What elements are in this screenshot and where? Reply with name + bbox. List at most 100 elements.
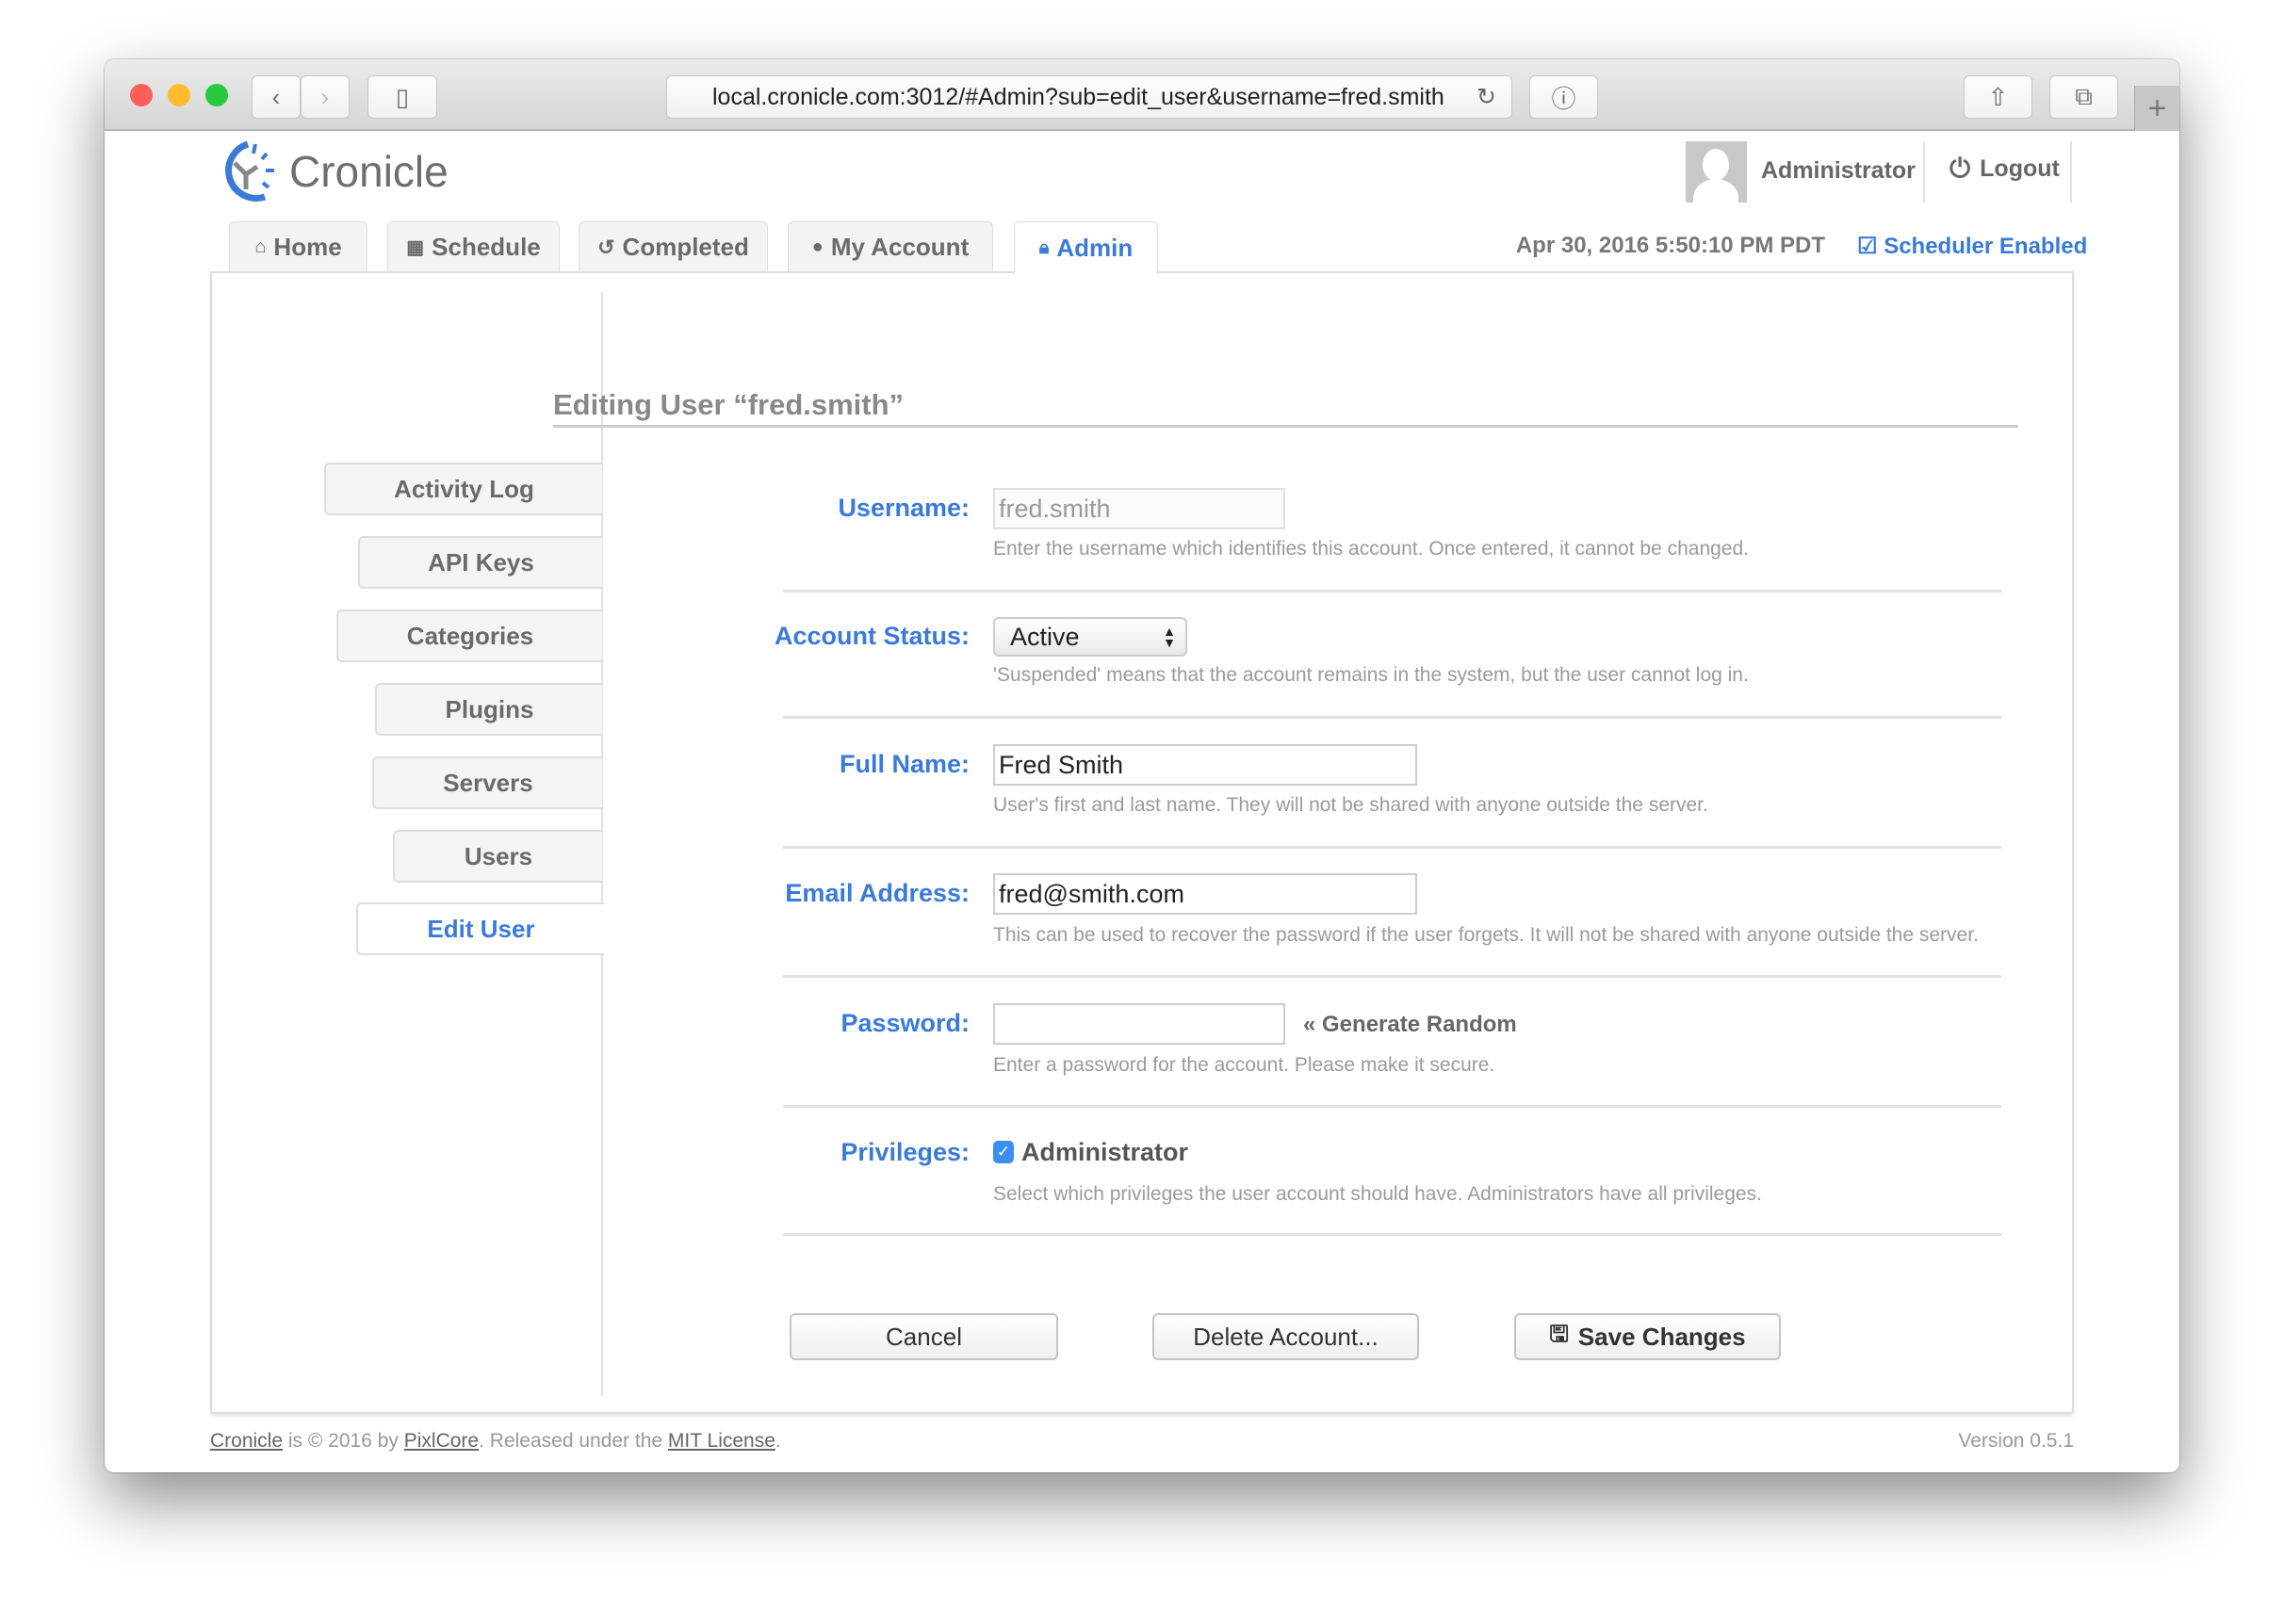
tab-label: Admin bbox=[1056, 234, 1134, 262]
lock-icon: 🔒︎ bbox=[1038, 237, 1050, 258]
app-name: Cronicle bbox=[289, 147, 449, 196]
sidebar-item-users[interactable]: Users bbox=[393, 830, 602, 883]
sidebar-item-label: Users bbox=[464, 841, 533, 870]
divider bbox=[783, 975, 2001, 978]
email-field[interactable]: fred@smith.com bbox=[993, 873, 1417, 915]
close-window-button[interactable] bbox=[130, 84, 153, 106]
sidebar-item-label: Activity Log bbox=[394, 474, 534, 503]
username-label: Username: bbox=[838, 494, 970, 522]
sidebar-item-label: Edit User bbox=[427, 914, 535, 943]
logout-label: Logout bbox=[1980, 155, 2060, 182]
privileges-hint: Select which privileges the user account… bbox=[993, 1183, 1762, 1205]
browser-toolbar: ‹ › ▯ local.cronicle.com:3012/#Admin?sub… bbox=[105, 59, 2179, 131]
select-value: Active bbox=[1010, 622, 1080, 651]
main-panel: Activity Log API Keys Categories Plugins… bbox=[210, 271, 2074, 1414]
password-field[interactable] bbox=[993, 1003, 1285, 1045]
version-label: Version 0.5.1 bbox=[1958, 1430, 2074, 1452]
tab-home[interactable]: ⌂ Home bbox=[229, 221, 367, 272]
email-label: Email Address: bbox=[785, 879, 970, 907]
sidebar-item-activity-log[interactable]: Activity Log bbox=[324, 463, 602, 515]
divider bbox=[2070, 141, 2072, 203]
clock-logo-icon bbox=[225, 140, 274, 202]
server-time: Apr 30, 2016 5:50:10 PM PDT bbox=[1515, 233, 1825, 258]
cronicle-link[interactable]: Cronicle bbox=[210, 1430, 283, 1452]
user-icon: ● bbox=[811, 236, 824, 257]
full-name-field[interactable]: Fred Smith bbox=[993, 744, 1417, 786]
mit-license-link[interactable]: MIT License bbox=[668, 1430, 775, 1452]
new-tab-icon[interactable]: + bbox=[2134, 86, 2179, 131]
button-label: Cancel bbox=[886, 1322, 962, 1351]
footer-text: . bbox=[775, 1430, 781, 1452]
save-changes-button[interactable]: 🖫 Save Changes bbox=[1514, 1313, 1781, 1360]
tabs-icon[interactable]: ⧉ bbox=[2049, 75, 2118, 119]
account-status-select[interactable]: Active ▲ ▼ bbox=[993, 617, 1187, 657]
tab-label: My Account bbox=[830, 233, 970, 261]
sidebar-icon[interactable]: ▯ bbox=[367, 75, 437, 119]
sidebar-item-edit-user[interactable]: Edit User bbox=[356, 902, 604, 955]
zoom-window-button[interactable] bbox=[205, 84, 228, 106]
power-icon: ⏻ bbox=[1950, 154, 1971, 183]
forward-icon[interactable]: › bbox=[301, 75, 350, 119]
footer-credits: Cronicle is © 2016 by PixlCore. Released… bbox=[210, 1430, 781, 1453]
email-hint: This can be used to recover the password… bbox=[993, 924, 1979, 946]
address-bar[interactable]: local.cronicle.com:3012/#Admin?sub=edit_… bbox=[666, 75, 1512, 119]
button-label: Delete Account... bbox=[1193, 1322, 1379, 1351]
calendar-icon: ▦ bbox=[406, 237, 425, 258]
sidebar-item-label: API Keys bbox=[428, 547, 534, 577]
tab-label: Home bbox=[273, 233, 342, 261]
browser-window: ‹ › ▯ local.cronicle.com:3012/#Admin?sub… bbox=[105, 59, 2179, 1472]
tab-schedule[interactable]: ▦ Schedule bbox=[387, 221, 560, 272]
title-underline bbox=[553, 425, 2018, 428]
url-text: local.cronicle.com:3012/#Admin?sub=edit_… bbox=[712, 83, 1444, 110]
generate-random-link[interactable]: « Generate Random bbox=[1303, 1012, 1517, 1038]
divider bbox=[1923, 141, 1925, 203]
avatar[interactable] bbox=[1686, 141, 1747, 203]
divider bbox=[783, 1233, 2001, 1236]
sidebar-item-plugins[interactable]: Plugins bbox=[375, 683, 602, 736]
logout-button[interactable]: ⏻ Logout bbox=[1950, 154, 2060, 185]
divider bbox=[783, 716, 2001, 719]
history-icon: ↺ bbox=[597, 235, 615, 259]
user-name[interactable]: Administrator bbox=[1761, 157, 1916, 185]
back-icon[interactable]: ‹ bbox=[252, 75, 301, 119]
tab-my-account[interactable]: ● My Account bbox=[788, 221, 993, 272]
cancel-button[interactable]: Cancel bbox=[790, 1313, 1058, 1360]
footer-text: . Released under the bbox=[479, 1430, 668, 1452]
checkbox-icon: ☑ bbox=[1857, 234, 1878, 259]
footer-text: is © 2016 by bbox=[283, 1430, 404, 1452]
password-label: Password: bbox=[840, 1009, 970, 1037]
divider bbox=[783, 846, 2001, 849]
sidebar-item-label: Plugins bbox=[445, 694, 534, 723]
full-name-label: Full Name: bbox=[839, 750, 970, 778]
home-icon: ⌂ bbox=[254, 236, 267, 257]
divider bbox=[783, 1105, 2001, 1108]
administrator-label[interactable]: Administrator bbox=[1021, 1138, 1188, 1167]
sidebar-item-label: Servers bbox=[443, 768, 533, 797]
button-label: Save Changes bbox=[1577, 1322, 1746, 1351]
tab-label: Schedule bbox=[432, 233, 541, 261]
privileges-label: Privileges: bbox=[840, 1138, 970, 1166]
account-status-label: Account Status: bbox=[774, 622, 970, 650]
account-status-hint: 'Suspended' means that the account remai… bbox=[993, 664, 1749, 686]
administrator-checkbox[interactable]: ✓ bbox=[993, 1141, 1014, 1163]
sidebar-item-api-keys[interactable]: API Keys bbox=[358, 536, 602, 589]
scheduler-label: Scheduler Enabled bbox=[1884, 234, 2088, 259]
floppy-disk-icon: 🖫 bbox=[1549, 1321, 1569, 1347]
tab-label: Completed bbox=[622, 233, 749, 261]
app-logo[interactable]: Cronicle bbox=[216, 138, 449, 204]
minimize-window-button[interactable] bbox=[168, 84, 190, 106]
tab-admin[interactable]: 🔒︎ Admin bbox=[1014, 221, 1158, 274]
scheduler-toggle[interactable]: ☑ Scheduler Enabled bbox=[1857, 233, 2087, 260]
tab-completed[interactable]: ↺ Completed bbox=[579, 221, 768, 272]
pixlcore-link[interactable]: PixlCore bbox=[404, 1430, 479, 1452]
delete-account-button[interactable]: Delete Account... bbox=[1152, 1313, 1419, 1360]
reload-icon[interactable]: ↻ bbox=[1476, 83, 1496, 111]
sidebar-item-servers[interactable]: Servers bbox=[372, 756, 602, 809]
username-field[interactable]: fred.smith bbox=[993, 488, 1285, 529]
sidebar-item-categories[interactable]: Categories bbox=[336, 609, 602, 662]
divider bbox=[783, 590, 2001, 593]
full-name-hint: User's first and last name. They will no… bbox=[993, 794, 1708, 816]
password-hint: Enter a password for the account. Please… bbox=[993, 1054, 1495, 1076]
share-icon[interactable]: ⇧ bbox=[1964, 75, 2032, 119]
info-icon[interactable]: ⓘ bbox=[1529, 75, 1598, 119]
